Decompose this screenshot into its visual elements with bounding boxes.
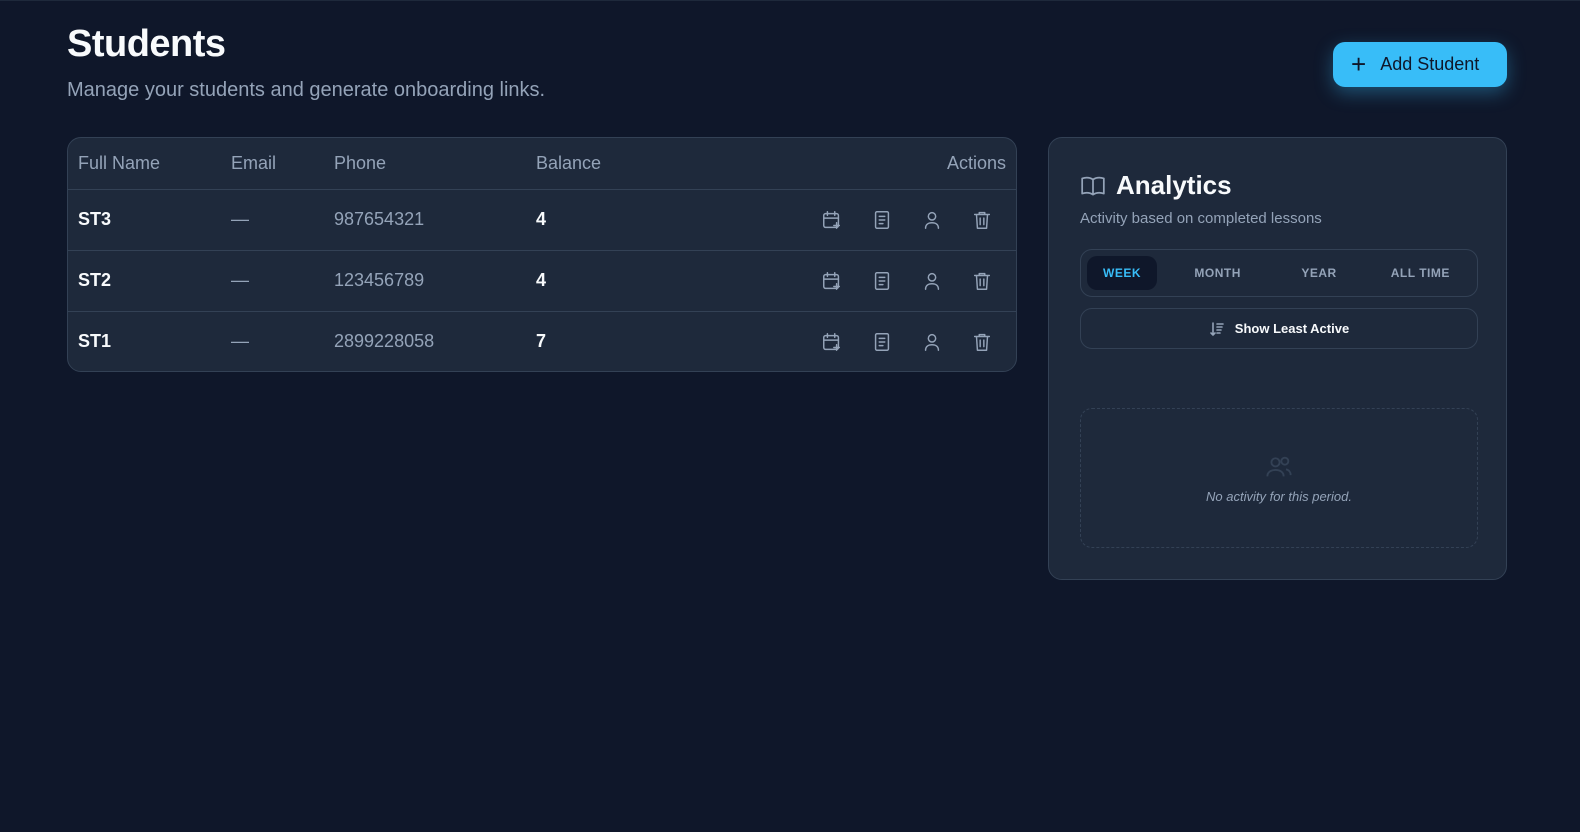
view-profile-button[interactable] bbox=[920, 208, 944, 232]
student-name: ST2 bbox=[68, 249, 231, 311]
student-phone: 2899228058 bbox=[334, 310, 536, 371]
schedule-lesson-button[interactable] bbox=[820, 269, 844, 293]
analytics-title: Analytics bbox=[1116, 170, 1232, 200]
row-actions bbox=[736, 189, 1016, 250]
delete-student-button[interactable] bbox=[970, 208, 994, 232]
notes-icon bbox=[874, 210, 890, 229]
analytics-panel: Analytics Activity based on completed le… bbox=[1048, 137, 1507, 580]
trash-icon bbox=[973, 272, 991, 290]
calendar-plus-icon bbox=[823, 210, 841, 229]
show-least-active-label: Show Least Active bbox=[1234, 321, 1350, 336]
add-student-label: Add Student bbox=[1380, 54, 1480, 74]
empty-state-text: No activity for this period. bbox=[1206, 488, 1352, 504]
tab-week[interactable]: WEEK bbox=[1087, 256, 1157, 290]
table-row: ST1 — 2899228058 7 bbox=[68, 310, 1016, 371]
notes-icon bbox=[874, 332, 890, 351]
student-email: — bbox=[231, 310, 334, 371]
column-header-balance: Balance bbox=[536, 138, 736, 190]
user-icon bbox=[924, 211, 940, 229]
page-title: Students bbox=[67, 23, 226, 65]
tab-all-time[interactable]: ALL TIME bbox=[1370, 256, 1471, 290]
tab-year[interactable]: YEAR bbox=[1268, 256, 1369, 290]
add-student-button[interactable]: + Add Student bbox=[1333, 42, 1507, 87]
student-balance: 4 bbox=[536, 209, 547, 229]
column-header-actions: Actions bbox=[736, 138, 1016, 190]
student-balance: 7 bbox=[536, 310, 736, 371]
view-profile-button[interactable] bbox=[920, 330, 944, 354]
student-name: ST3 bbox=[78, 209, 112, 229]
column-header-email: Email bbox=[231, 138, 334, 190]
delete-student-button[interactable] bbox=[970, 330, 994, 354]
book-open-icon bbox=[1081, 176, 1105, 196]
users-icon bbox=[1266, 456, 1292, 476]
trash-icon bbox=[973, 211, 991, 229]
schedule-lesson-button[interactable] bbox=[820, 208, 844, 232]
trash-icon bbox=[973, 333, 991, 351]
analytics-subtitle: Activity based on completed lessons bbox=[1080, 210, 1322, 227]
user-icon bbox=[924, 333, 940, 351]
user-icon bbox=[924, 272, 940, 290]
row-actions bbox=[736, 249, 1016, 311]
page-subtitle: Manage your students and generate onboar… bbox=[67, 79, 546, 101]
tab-month[interactable]: MONTH bbox=[1167, 256, 1268, 290]
view-notes-button[interactable] bbox=[870, 208, 894, 232]
delete-student-button[interactable] bbox=[970, 269, 994, 293]
period-tabs: WEEK MONTH YEAR ALL TIME bbox=[1080, 249, 1478, 297]
table-row: ST2 — 123456789 4 bbox=[68, 249, 1016, 311]
column-header-full-name: Full Name bbox=[68, 138, 231, 190]
notes-icon bbox=[874, 271, 890, 290]
student-phone: 987654321 bbox=[334, 209, 425, 229]
students-table: Full Name Email Phone Balance Actions ST… bbox=[68, 138, 1016, 371]
plus-icon: + bbox=[1351, 48, 1367, 79]
analytics-header: Analytics bbox=[1080, 170, 1232, 201]
table-row: ST3 — 987654321 4 bbox=[68, 189, 1016, 250]
students-table-card: Full Name Email Phone Balance Actions ST… bbox=[67, 137, 1017, 372]
student-balance: 4 bbox=[536, 249, 736, 311]
view-notes-button[interactable] bbox=[870, 330, 894, 354]
schedule-lesson-button[interactable] bbox=[820, 330, 844, 354]
view-profile-button[interactable] bbox=[920, 269, 944, 293]
table-header-row: Full Name Email Phone Balance Actions bbox=[68, 138, 1016, 190]
calendar-plus-icon bbox=[823, 332, 841, 351]
student-email: — bbox=[231, 249, 334, 311]
view-notes-button[interactable] bbox=[870, 269, 894, 293]
show-least-active-button[interactable]: Show Least Active bbox=[1080, 308, 1478, 349]
calendar-plus-icon bbox=[823, 271, 841, 290]
student-name: ST1 bbox=[68, 310, 231, 371]
student-email: — bbox=[231, 209, 249, 229]
empty-state: No activity for this period. bbox=[1080, 408, 1478, 548]
student-phone: 123456789 bbox=[334, 249, 536, 311]
column-header-phone: Phone bbox=[334, 138, 536, 190]
row-actions bbox=[736, 310, 1016, 371]
sort-ascending-icon bbox=[1209, 321, 1224, 336]
